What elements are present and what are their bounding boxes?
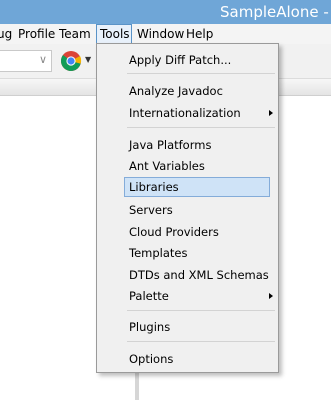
configuration-combo[interactable]: ∨ bbox=[0, 50, 52, 72]
menu-item-label: Analyze Javadoc bbox=[129, 84, 223, 98]
menu-item-internationalization[interactable]: Internationalization bbox=[127, 103, 277, 123]
menu-item-label: Java Platforms bbox=[129, 138, 212, 152]
menu-item-palette[interactable]: Palette bbox=[127, 286, 277, 306]
menu-item-servers[interactable]: Servers bbox=[127, 200, 277, 220]
tools-menu-dropdown: Apply Diff Patch... Analyze Javadoc Inte… bbox=[96, 43, 279, 373]
menu-item-label: Libraries bbox=[129, 180, 179, 194]
menu-item-analyze-javadoc[interactable]: Analyze Javadoc bbox=[127, 81, 277, 101]
menu-item-libraries[interactable]: Libraries bbox=[124, 177, 270, 197]
menu-item-label: DTDs and XML Schemas bbox=[129, 268, 269, 282]
window-title: SampleAlone - N bbox=[220, 3, 331, 21]
menu-separator bbox=[127, 73, 275, 74]
menu-separator bbox=[127, 341, 275, 342]
menu-team[interactable]: Team bbox=[56, 24, 94, 44]
menu-item-dtds-xml-schemas[interactable]: DTDs and XML Schemas bbox=[127, 265, 277, 285]
chrome-icon bbox=[61, 51, 82, 71]
run-in-browser-button[interactable]: ▼ bbox=[60, 50, 94, 72]
menu-item-templates[interactable]: Templates bbox=[127, 243, 277, 263]
menu-item-label: Plugins bbox=[129, 320, 171, 334]
menu-item-java-platforms[interactable]: Java Platforms bbox=[127, 135, 277, 155]
menu-window[interactable]: Window bbox=[134, 24, 187, 44]
menu-item-plugins[interactable]: Plugins bbox=[127, 317, 277, 337]
menu-bar: ug Profile Team Tools Window Help bbox=[0, 24, 331, 44]
dropdown-arrow-icon[interactable]: ▼ bbox=[85, 55, 91, 64]
menu-separator bbox=[127, 310, 275, 311]
submenu-arrow-icon bbox=[269, 293, 273, 299]
menu-item-label: Ant Variables bbox=[129, 159, 205, 173]
menu-item-label: Servers bbox=[129, 203, 173, 217]
menu-profile[interactable]: Profile bbox=[15, 24, 58, 44]
menu-item-options[interactable]: Options bbox=[127, 349, 277, 369]
menu-separator bbox=[127, 127, 275, 128]
menu-item-cloud-providers[interactable]: Cloud Providers bbox=[127, 222, 277, 242]
title-bar: SampleAlone - N bbox=[0, 0, 331, 24]
menu-item-label: Options bbox=[129, 352, 174, 366]
menu-item-label: Templates bbox=[129, 246, 188, 260]
menu-help[interactable]: Help bbox=[183, 24, 216, 44]
menu-item-label: Cloud Providers bbox=[129, 225, 219, 239]
menu-item-ant-variables[interactable]: Ant Variables bbox=[127, 156, 277, 176]
menu-item-label: Apply Diff Patch... bbox=[129, 53, 232, 67]
menu-item-apply-diff-patch[interactable]: Apply Diff Patch... bbox=[127, 50, 277, 70]
menu-item-label: Palette bbox=[129, 289, 169, 303]
menu-tools[interactable]: Tools bbox=[96, 24, 132, 44]
chevron-down-icon: ∨ bbox=[38, 53, 47, 66]
menu-item-label: Internationalization bbox=[129, 106, 241, 120]
submenu-arrow-icon bbox=[269, 110, 273, 116]
menu-debug[interactable]: ug bbox=[0, 24, 15, 44]
